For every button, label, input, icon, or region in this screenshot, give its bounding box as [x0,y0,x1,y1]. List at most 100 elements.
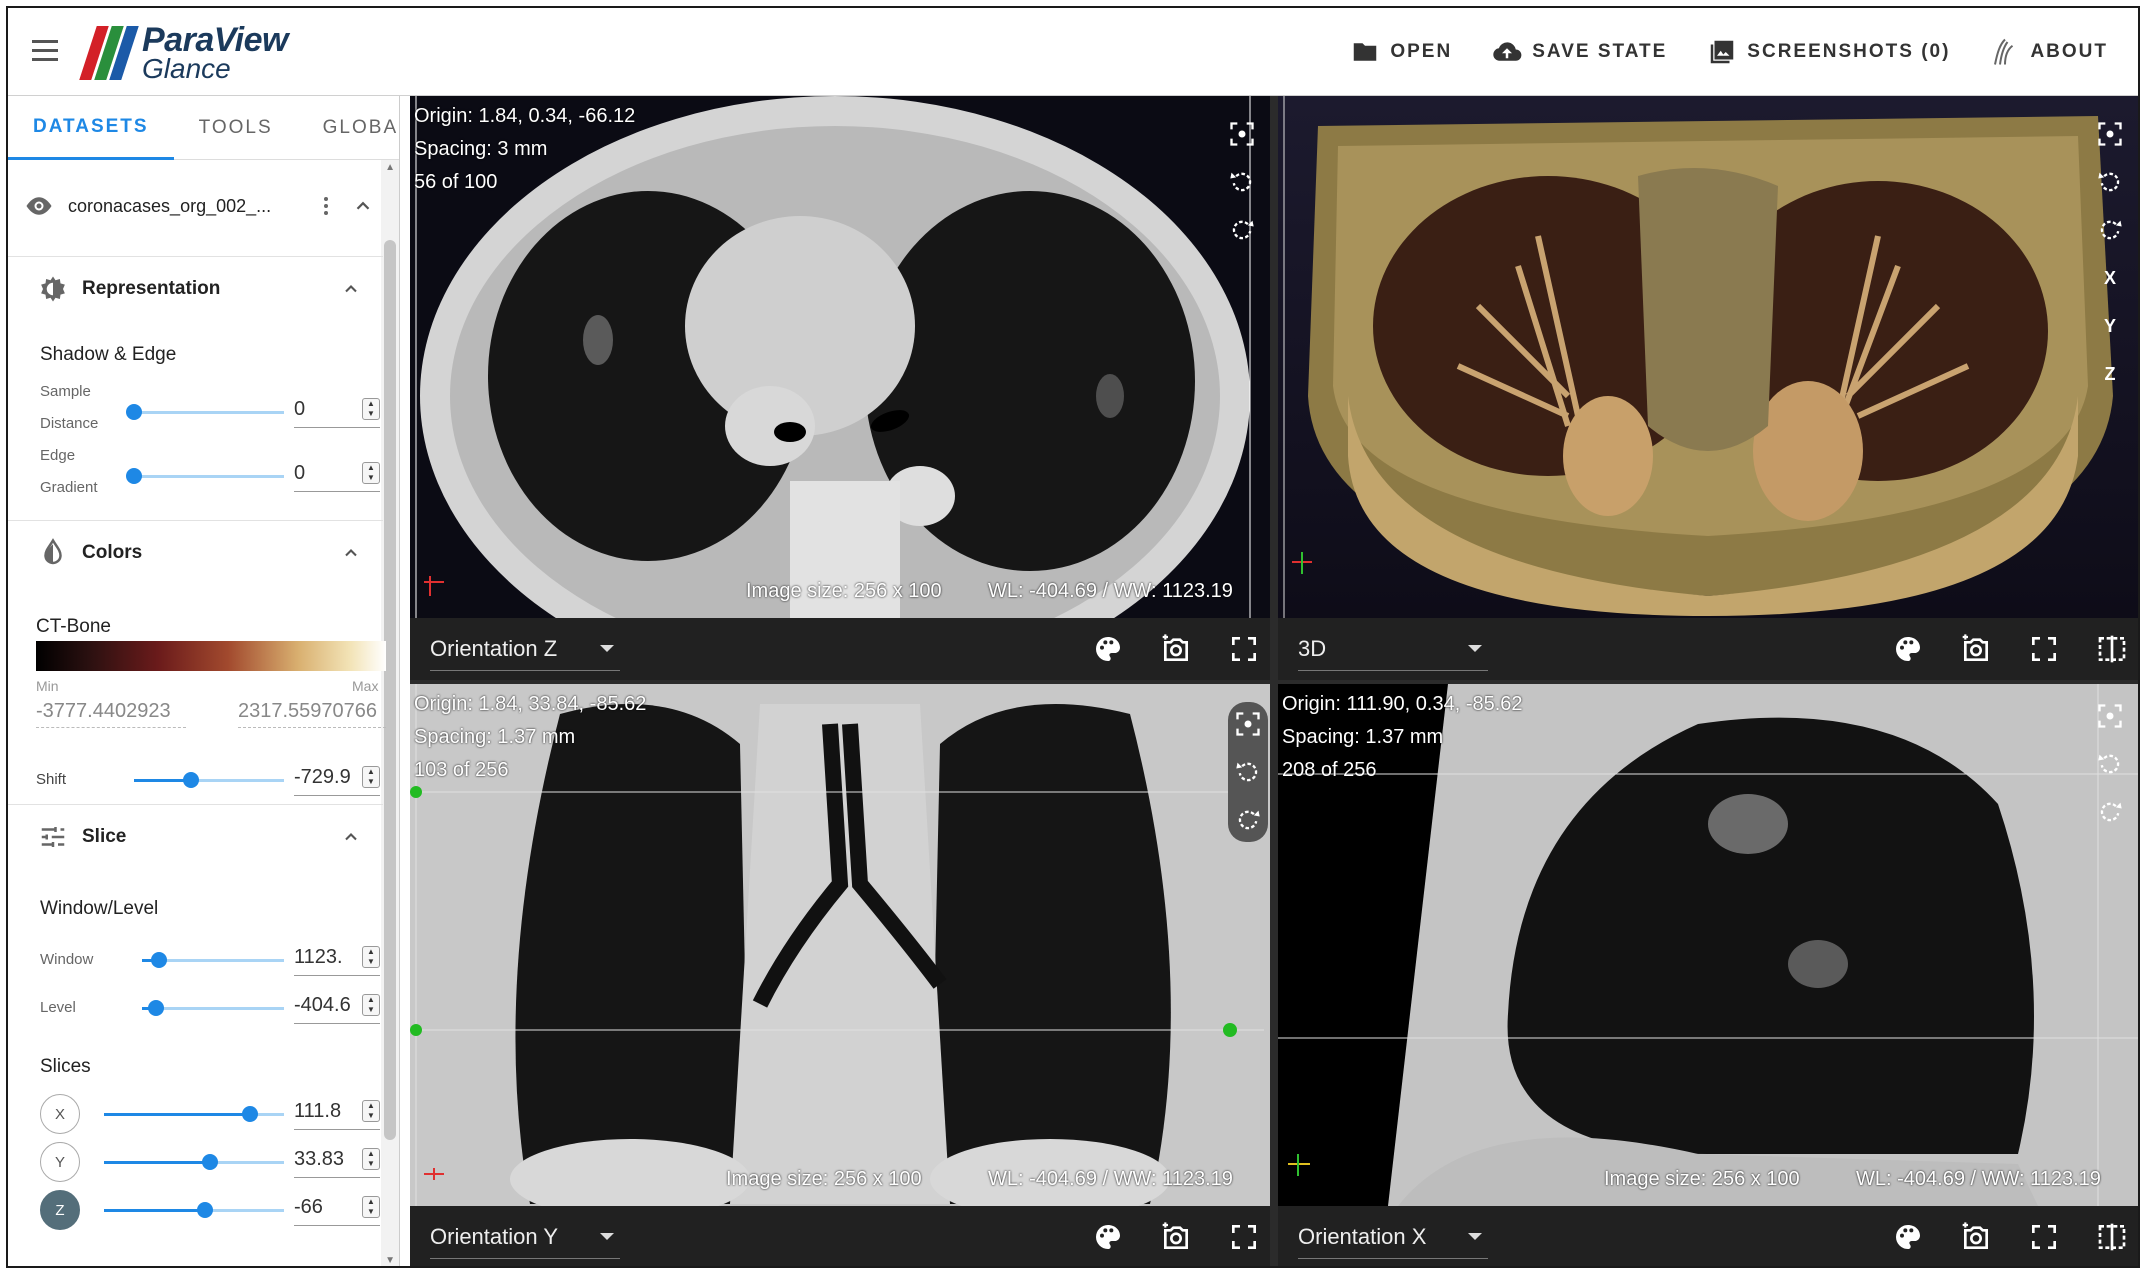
volume-rendering-image[interactable] [1278,96,2138,618]
dropdown-caret-icon [1468,645,1482,652]
rotate-right-icon[interactable] [1228,216,1256,244]
tab-global[interactable]: GLOBAL [298,96,399,160]
scroll-up-icon[interactable]: ▲ [385,162,395,173]
scrollbar-thumb[interactable] [384,240,396,1140]
edge-gradient-field[interactable]: 0 ▲ ▼ [294,456,380,492]
slice-icon [41,826,65,847]
z-axis-button[interactable]: Z [40,1190,80,1230]
viewport-sagittal[interactable]: Origin: 111.90, 0.34, -85.62 Spacing: 1.… [1278,684,2138,1266]
stepper-icon[interactable]: ▲ ▼ [362,946,380,968]
axial-orientation-select[interactable]: Orientation Z [430,627,620,671]
stepper-icon[interactable]: ▲ ▼ [362,994,380,1016]
split-icon[interactable] [2096,633,2128,665]
fullscreen-icon[interactable] [2028,633,2060,665]
chevron-up-icon[interactable] [341,279,361,299]
scroll-down-icon[interactable]: ▼ [385,1255,395,1266]
rotate-right-icon[interactable] [2096,798,2124,826]
z-slice-slider[interactable] [104,1200,284,1220]
split-icon[interactable] [2096,1221,2128,1253]
colormap-bar[interactable] [36,641,386,671]
x-slice-slider[interactable] [104,1104,284,1124]
max-value-field[interactable]: 2317.55970766 [238,700,386,728]
representation-title: Representation [82,277,221,299]
sample-distance-slider[interactable] [126,402,284,422]
colors-header[interactable]: Colors [8,520,383,584]
open-button[interactable]: OPEN [1350,37,1452,67]
camera-icon[interactable] [1960,633,1992,665]
camera-icon[interactable] [1160,633,1192,665]
z-slice-field[interactable]: -66 ▲ ▼ [294,1190,380,1226]
rotate-left-icon[interactable] [2096,168,2124,196]
representation-header[interactable]: Representation [8,256,383,320]
stepper-icon[interactable]: ▲ ▼ [362,398,380,420]
screenshots-button[interactable]: SCREENSHOTS (0) [1707,37,1950,67]
rotate-left-icon[interactable] [1234,758,1262,786]
stepper-icon[interactable]: ▲ ▼ [362,462,380,484]
y-slice-field[interactable]: 33.83 ▲ ▼ [294,1142,380,1178]
view-z-button[interactable]: Z [2105,360,2116,388]
save-state-button[interactable]: SAVE STATE [1492,37,1667,67]
fullscreen-icon[interactable] [1228,1221,1260,1253]
coronal-orientation-select[interactable]: Orientation Y [430,1215,620,1259]
rotate-right-icon[interactable] [2096,216,2124,244]
about-button[interactable]: ABOUT [1990,37,2108,67]
coronal-side-controls [1228,702,1268,842]
level-field[interactable]: -404.6 ▲ ▼ [294,988,380,1024]
rotate-right-icon[interactable] [1234,806,1262,834]
camera-icon[interactable] [1960,1221,1992,1253]
window-slider[interactable] [142,950,284,970]
viewport-3d[interactable]: X Y Z 3D [1278,96,2138,680]
x-axis-button[interactable]: X [40,1094,80,1134]
sagittal-slice-index: 208 of 256 [1282,759,1377,781]
dropdown-caret-icon [600,645,614,652]
colormap-preset[interactable]: CT-Bone [36,616,111,638]
tab-datasets[interactable]: DATASETS [8,96,174,160]
eye-icon[interactable] [24,191,54,221]
menu-icon[interactable] [28,32,64,68]
chevron-up-icon[interactable] [341,827,361,847]
chevron-up-icon[interactable] [352,195,374,217]
y-slice-slider[interactable] [104,1152,284,1172]
min-value-field[interactable]: -3777.4402923 [36,700,186,728]
rotate-left-icon[interactable] [1228,168,1256,196]
stepper-icon[interactable]: ▲ ▼ [362,1196,380,1218]
viewport-axial[interactable]: Origin: 1.84, 0.34, -66.12 Spacing: 3 mm… [410,96,1270,680]
stepper-icon[interactable]: ▲ ▼ [362,1148,380,1170]
reset-camera-icon[interactable] [1228,120,1256,148]
3d-orientation-select[interactable]: 3D [1298,627,1488,671]
slice-header[interactable]: Slice [8,804,383,868]
shift-field[interactable]: -729.9 ▲ ▼ [294,760,380,796]
palette-icon[interactable] [1092,1221,1124,1253]
dataset-item[interactable]: coronacases_org_002_... [24,184,374,228]
palette-icon[interactable] [1892,633,1924,665]
sample-distance-field[interactable]: 0 ▲ ▼ [294,392,380,428]
window-field[interactable]: 1123. ▲ ▼ [294,940,380,976]
stepper-icon[interactable]: ▲ ▼ [362,1100,380,1122]
level-slider[interactable] [142,998,284,1018]
shift-slider[interactable] [134,770,284,790]
dataset-name: coronacases_org_002_... [68,195,272,216]
sagittal-tools [1892,1206,2128,1266]
palette-icon[interactable] [1092,633,1124,665]
x-slice-field[interactable]: 111.8 ▲ ▼ [294,1094,380,1130]
fullscreen-icon[interactable] [2028,1221,2060,1253]
viewport-coronal[interactable]: Origin: 1.84, 33.84, -85.62 Spacing: 1.3… [410,684,1270,1266]
axial-orientation-value: Orientation Z [430,635,558,661]
stepper-icon[interactable]: ▲ ▼ [362,766,380,788]
camera-icon[interactable] [1160,1221,1192,1253]
more-vert-icon[interactable] [314,194,338,218]
reset-camera-icon[interactable] [2096,120,2124,148]
edge-gradient-slider[interactable] [126,466,284,486]
palette-icon[interactable] [1892,1221,1924,1253]
view-x-button[interactable]: X [2104,264,2116,292]
fullscreen-icon[interactable] [1228,633,1260,665]
axial-side-controls [1228,120,1256,244]
y-axis-button[interactable]: Y [40,1142,80,1182]
reset-camera-icon[interactable] [2096,702,2124,730]
reset-camera-icon[interactable] [1234,710,1262,738]
tab-tools[interactable]: TOOLS [174,96,298,160]
view-y-button[interactable]: Y [2104,312,2116,340]
sagittal-orientation-select[interactable]: Orientation X [1298,1215,1488,1259]
rotate-left-icon[interactable] [2096,750,2124,778]
chevron-up-icon[interactable] [341,543,361,563]
